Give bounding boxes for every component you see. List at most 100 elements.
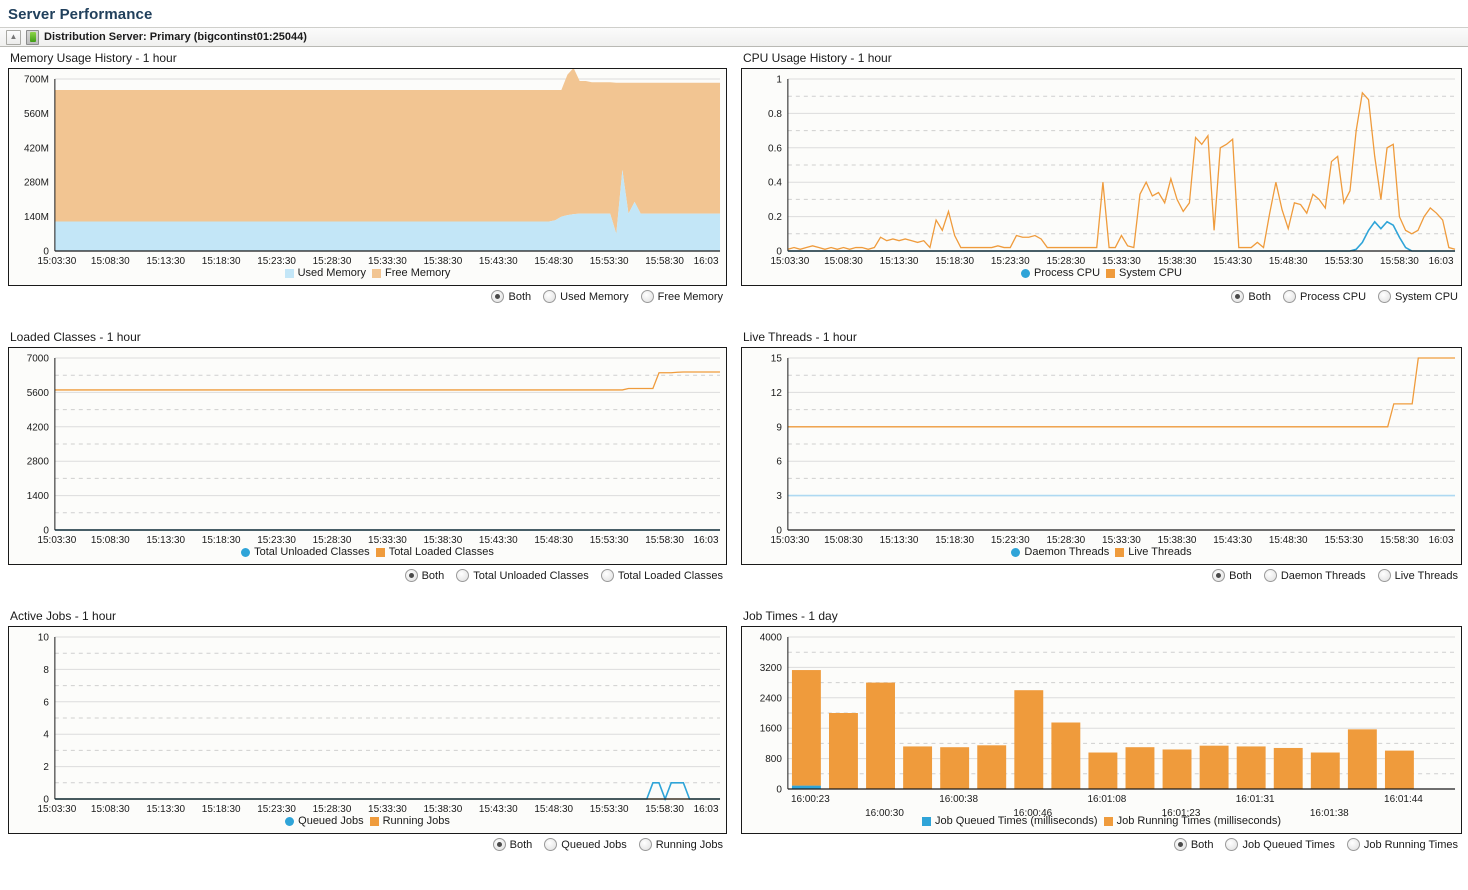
page-title: Server Performance xyxy=(0,0,1468,27)
radio-both[interactable]: Both xyxy=(1212,569,1252,582)
radio-icon[interactable] xyxy=(601,569,614,582)
radio-running-jobs[interactable]: Running Jobs xyxy=(639,838,723,851)
svg-text:15:18:30: 15:18:30 xyxy=(935,256,974,267)
svg-text:16:01:44: 16:01:44 xyxy=(1384,794,1423,805)
radio-both[interactable]: Both xyxy=(1174,838,1214,851)
legend-item: Live Threads xyxy=(1115,546,1191,558)
radio-free-memory[interactable]: Free Memory xyxy=(641,290,723,303)
radio-label: Job Running Times xyxy=(1364,839,1458,851)
radio-live-threads[interactable]: Live Threads xyxy=(1378,569,1458,582)
radio-used-memory[interactable]: Used Memory xyxy=(543,290,628,303)
radio-icon[interactable] xyxy=(493,838,506,851)
chart-box-job-times: 0800160024003200400016:00:2316:00:3016:0… xyxy=(741,626,1462,834)
legend-label: Live Threads xyxy=(1128,546,1191,558)
legend-loaded-classes: Total Unloaded Classes Total Loaded Clas… xyxy=(9,546,726,558)
svg-text:15:08:30: 15:08:30 xyxy=(91,256,130,267)
svg-text:16:03: 16:03 xyxy=(1429,535,1454,546)
radio-icon[interactable] xyxy=(1264,569,1277,582)
radio-both[interactable]: Both xyxy=(1231,290,1271,303)
radio-label: Job Queued Times xyxy=(1242,839,1334,851)
radio-icon[interactable] xyxy=(491,290,504,303)
radio-job-queued-times[interactable]: Job Queued Times xyxy=(1225,838,1334,851)
radio-queued-jobs[interactable]: Queued Jobs xyxy=(544,838,626,851)
legend-swatch-total-unloaded-classes xyxy=(241,548,250,557)
legend-label: System CPU xyxy=(1119,267,1182,279)
radio-icon[interactable] xyxy=(639,838,652,851)
svg-text:15:23:30: 15:23:30 xyxy=(991,256,1030,267)
radio-label: Both xyxy=(1248,291,1271,303)
radio-both[interactable]: Both xyxy=(493,838,533,851)
chart-title-job-times: Job Times - 1 day xyxy=(741,607,1462,626)
radio-icon[interactable] xyxy=(1347,838,1360,851)
svg-text:6: 6 xyxy=(776,457,782,468)
svg-text:16:03: 16:03 xyxy=(1429,256,1454,267)
chart-title-cpu: CPU Usage History - 1 hour xyxy=(741,49,1462,68)
legend-item: Daemon Threads xyxy=(1011,546,1109,558)
legend-label: Total Unloaded Classes xyxy=(254,546,370,558)
svg-text:15:33:30: 15:33:30 xyxy=(1102,535,1141,546)
radio-icon[interactable] xyxy=(405,569,418,582)
chart-title-live-threads: Live Threads - 1 hour xyxy=(741,328,1462,347)
radio-icon[interactable] xyxy=(543,290,556,303)
chart-box-active-jobs: 024681015:03:3015:08:3015:13:3015:18:301… xyxy=(8,626,727,834)
svg-text:15:28:30: 15:28:30 xyxy=(1046,535,1085,546)
svg-text:15:33:30: 15:33:30 xyxy=(368,804,407,815)
radio-icon[interactable] xyxy=(1225,838,1238,851)
radio-process-cpu[interactable]: Process CPU xyxy=(1283,290,1366,303)
radio-icon[interactable] xyxy=(1378,569,1391,582)
radio-daemon-threads[interactable]: Daemon Threads xyxy=(1264,569,1366,582)
radio-both[interactable]: Both xyxy=(491,290,531,303)
radio-icon[interactable] xyxy=(544,838,557,851)
svg-text:15:58:30: 15:58:30 xyxy=(1380,256,1419,267)
radio-job-running-times[interactable]: Job Running Times xyxy=(1347,838,1458,851)
svg-text:2: 2 xyxy=(43,762,49,773)
svg-text:15:53:30: 15:53:30 xyxy=(1324,535,1363,546)
radio-label: Running Jobs xyxy=(656,839,723,851)
legend-item: Running Jobs xyxy=(370,815,450,827)
svg-text:420M: 420M xyxy=(24,143,49,154)
radio-icon[interactable] xyxy=(641,290,654,303)
radio-label: Both xyxy=(510,839,533,851)
server-header-bar: ▲ Distribution Server: Primary (bigconti… xyxy=(0,27,1468,47)
radio-icon[interactable] xyxy=(456,569,469,582)
svg-text:15:08:30: 15:08:30 xyxy=(824,256,863,267)
legend-item: Used Memory xyxy=(285,267,366,279)
svg-text:15:18:30: 15:18:30 xyxy=(935,535,974,546)
svg-text:15:58:30: 15:58:30 xyxy=(1380,535,1419,546)
radio-label: Both xyxy=(1191,839,1214,851)
radio-label: Used Memory xyxy=(560,291,628,303)
svg-text:15:58:30: 15:58:30 xyxy=(645,804,684,815)
legend-swatch-running-jobs xyxy=(370,817,379,826)
radio-icon[interactable] xyxy=(1231,290,1244,303)
svg-text:15:53:30: 15:53:30 xyxy=(1324,256,1363,267)
radio-icon[interactable] xyxy=(1378,290,1391,303)
panel-live-threads: Live Threads - 1 hour 0369121515:03:3015… xyxy=(733,326,1468,605)
radio-label: Total Loaded Classes xyxy=(618,570,723,582)
svg-text:4: 4 xyxy=(43,730,49,741)
legend-label: Job Running Times (milliseconds) xyxy=(1117,815,1281,827)
svg-text:15:03:30: 15:03:30 xyxy=(770,256,809,267)
radio-both[interactable]: Both xyxy=(405,569,445,582)
legend-swatch-used-memory xyxy=(285,269,294,278)
svg-text:15:18:30: 15:18:30 xyxy=(202,804,241,815)
radio-icon[interactable] xyxy=(1174,838,1187,851)
chevron-up-icon[interactable]: ▲ xyxy=(6,30,21,45)
svg-text:15:38:30: 15:38:30 xyxy=(1158,535,1197,546)
server-icon xyxy=(26,30,39,45)
svg-text:15:38:30: 15:38:30 xyxy=(423,256,462,267)
radio-icon[interactable] xyxy=(1283,290,1296,303)
radio-group-live-threads: Both Daemon Threads Live Threads xyxy=(741,565,1462,582)
panel-active-jobs: Active Jobs - 1 hour 024681015:03:3015:0… xyxy=(0,605,733,875)
legend-item: Queued Jobs xyxy=(285,815,363,827)
chart-title-active-jobs: Active Jobs - 1 hour xyxy=(8,607,727,626)
radio-total-unloaded-classes[interactable]: Total Unloaded Classes xyxy=(456,569,589,582)
legend-swatch-system-cpu xyxy=(1106,269,1115,278)
radio-icon[interactable] xyxy=(1212,569,1225,582)
svg-text:15:03:30: 15:03:30 xyxy=(37,535,76,546)
legend-live-threads: Daemon Threads Live Threads xyxy=(742,546,1461,558)
svg-text:800: 800 xyxy=(765,754,782,765)
radio-total-loaded-classes[interactable]: Total Loaded Classes xyxy=(601,569,723,582)
server-label: Distribution Server: Primary (bigcontins… xyxy=(44,31,307,43)
radio-system-cpu[interactable]: System CPU xyxy=(1378,290,1458,303)
radio-group-loaded-classes: Both Total Unloaded Classes Total Loaded… xyxy=(8,565,727,582)
